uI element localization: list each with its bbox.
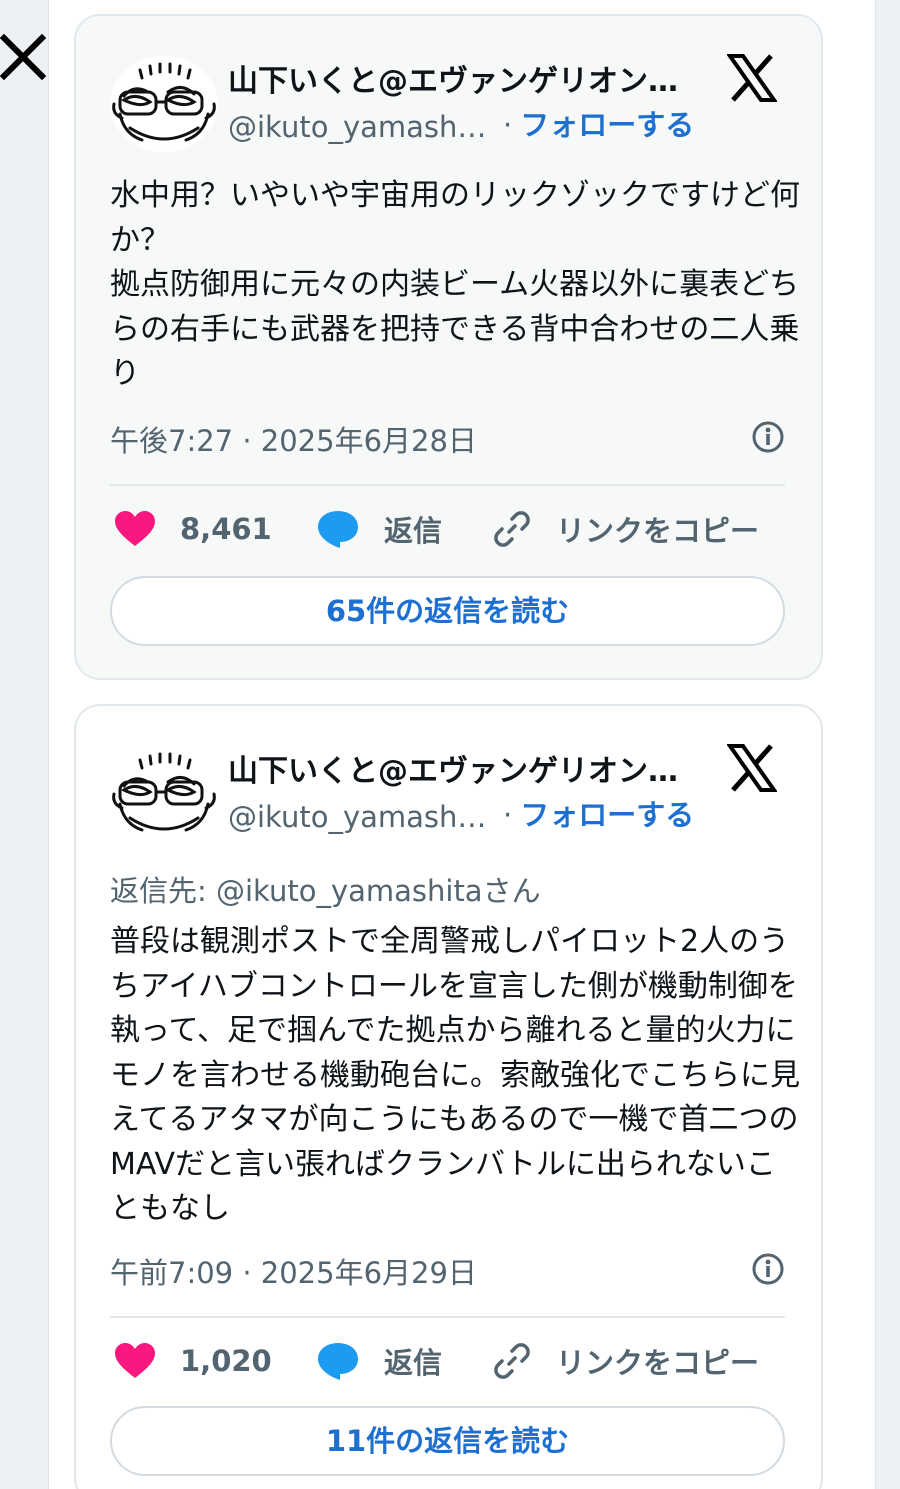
- copy-link-label: リンクをコピー: [556, 514, 760, 548]
- follow-button[interactable]: フォローする: [520, 108, 694, 142]
- close-icon[interactable]: [0, 33, 47, 81]
- divider: [110, 484, 785, 486]
- copy-link-button[interactable]: リンクをコピー: [492, 1336, 759, 1386]
- like-button[interactable]: 1,020: [114, 1336, 272, 1386]
- display-name[interactable]: 山下いくと@エヴァンゲリオン…: [228, 746, 698, 790]
- handle-row: @ikuto_yamashi… · フォローする: [228, 102, 694, 144]
- tweet-actions: 1,020 返信 リンクをコピー: [110, 1336, 785, 1386]
- info-icon[interactable]: [751, 420, 785, 454]
- tweet-card: 山下いくと@エヴァンゲリオン… @ikuto_yamashi… · フォローする 水…: [74, 14, 823, 680]
- like-count: 8,461: [180, 512, 272, 546]
- link-icon: [494, 1343, 530, 1379]
- reply-bubble-icon: [318, 1343, 358, 1380]
- tweet-meta: 午後7:27 · 2025年6月28日: [110, 418, 785, 458]
- reply-button[interactable]: 返信: [316, 504, 442, 554]
- divider: [110, 1316, 785, 1318]
- reply-bubble-icon: [318, 511, 358, 548]
- copy-link-button[interactable]: リンクをコピー: [492, 504, 759, 554]
- info-icon[interactable]: [751, 1252, 785, 1286]
- reply-button[interactable]: 返信: [316, 1336, 442, 1386]
- follow-button[interactable]: フォローする: [520, 798, 694, 832]
- timestamp[interactable]: 午前7:09 · 2025年6月29日: [110, 1256, 477, 1290]
- read-replies-button[interactable]: 11件の返信を読む: [110, 1406, 785, 1476]
- link-icon: [494, 511, 530, 547]
- x-logo-icon[interactable]: [726, 744, 778, 792]
- tweet-actions: 8,461 返信 リンクをコピー: [110, 504, 785, 554]
- tweet-header: 山下いくと@エヴァンゲリオン… @ikuto_yamashi… · フォローする: [110, 734, 787, 844]
- like-button[interactable]: 8,461: [114, 504, 272, 554]
- tweet-card: 山下いくと@エヴァンゲリオン… @ikuto_yamashi… · フォローする 返…: [74, 704, 823, 1489]
- avatar[interactable]: [110, 746, 218, 842]
- separator-dot: ·: [503, 798, 513, 832]
- heart-icon: [115, 1343, 155, 1378]
- handle-row: @ikuto_yamashi… · フォローする: [228, 792, 694, 834]
- timestamp[interactable]: 午後7:27 · 2025年6月28日: [110, 424, 477, 458]
- x-logo-icon[interactable]: [726, 54, 778, 102]
- page: 山下いくと@エヴァンゲリオン… @ikuto_yamashi… · フォローする 水…: [0, 0, 900, 1489]
- reply-label: 返信: [384, 1346, 443, 1380]
- user-handle[interactable]: @ikuto_yamashi…: [228, 110, 493, 144]
- avatar[interactable]: [110, 56, 218, 152]
- tweet-text: 水中用？いやいや宇宙用のリックゾックですけど何か？ 拠点防御用に元々の内装ビーム…: [110, 178, 800, 391]
- tweet-text: 普段は観測ポストで全周警戒しパイロット2人のうちアイハブコントロールを宣言した側…: [110, 924, 800, 1226]
- reply-label: 返信: [384, 514, 443, 548]
- tweet-header: 山下いくと@エヴァンゲリオン… @ikuto_yamashi… · フォローする: [110, 44, 787, 154]
- separator-dot: ·: [503, 108, 513, 142]
- like-count: 1,020: [180, 1344, 272, 1378]
- read-replies-button[interactable]: 65件の返信を読む: [110, 576, 785, 646]
- reply-to-text[interactable]: 返信先: @ikuto_yamashitaさん: [110, 868, 541, 910]
- display-name[interactable]: 山下いくと@エヴァンゲリオン…: [228, 56, 698, 100]
- tweet-meta: 午前7:09 · 2025年6月29日: [110, 1250, 785, 1290]
- heart-icon: [115, 511, 155, 546]
- copy-link-label: リンクをコピー: [556, 1346, 760, 1380]
- user-handle[interactable]: @ikuto_yamashi…: [228, 800, 493, 834]
